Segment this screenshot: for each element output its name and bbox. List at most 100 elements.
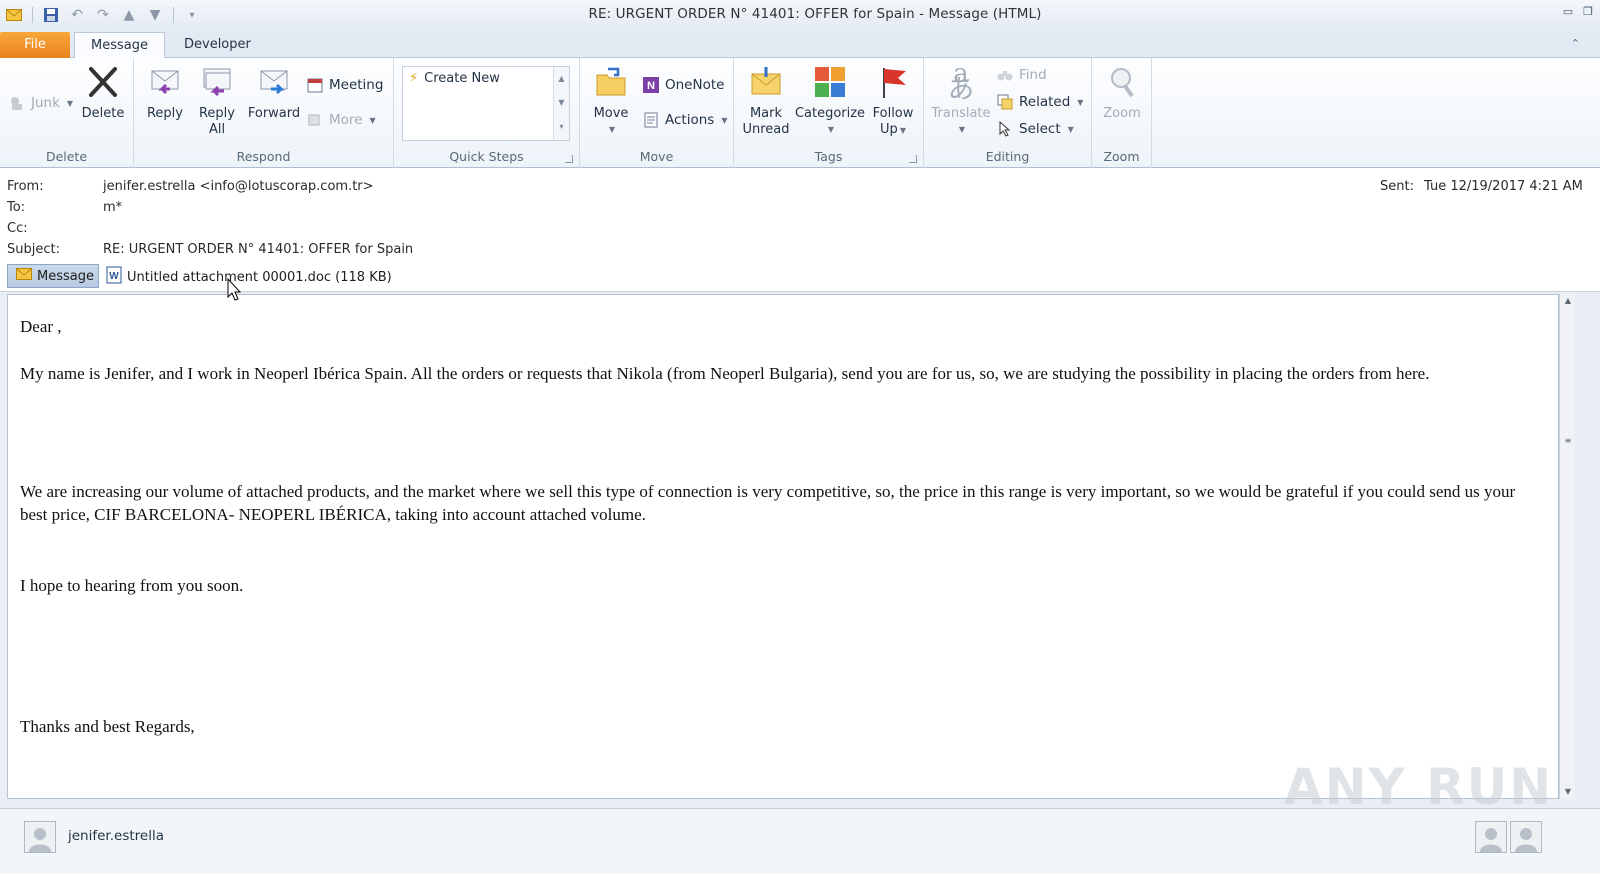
message-attachment-tab[interactable]: Message [7,264,99,288]
junk-button[interactable]: Junk ▼ [8,94,73,112]
sent-value: Tue 12/19/2017 4:21 AM [1424,179,1583,194]
group-label-tags: Tags [814,149,843,164]
reply-all-button[interactable]: Reply All [194,64,240,138]
group-label-move: Move [639,149,674,164]
ribbon-tabs: File Message Developer ⌃ [0,30,1600,58]
calendar-icon [306,76,324,94]
sent-label: Sent: [1380,179,1414,194]
message-attachment-label: Message [37,268,94,284]
quick-steps-scrollbar[interactable]: ▲ ▼ ▾ [553,67,569,140]
follow-up-dropdown-icon: ▼ [899,126,906,135]
group-editing: aあ Translate ▼ Find Related ▼ Select ▼ Edi… [924,58,1092,168]
onenote-button[interactable]: N OneNote [642,76,724,94]
categorize-button[interactable]: Categorize ▼ [794,64,866,138]
group-label-zoom: Zoom [1103,149,1140,164]
move-button[interactable]: Move ▼ [588,64,634,138]
message-header: From: jenifer.estrella <info@lotuscorap.… [0,168,1600,268]
body-greeting: Dear , [20,317,62,336]
expand-gallery-icon[interactable]: ▾ [554,115,569,139]
attachment-file[interactable]: W Untitled attachment 00001.doc (118 KB) [106,266,392,288]
quick-steps-launcher-icon[interactable] [565,155,573,163]
quick-step-create-new[interactable]: ⚡ Create New [409,71,500,86]
tab-developer[interactable]: Developer [168,32,267,58]
forward-button[interactable]: Forward [246,64,302,122]
scroll-up-icon[interactable]: ▲ [1560,294,1576,308]
group-label-delete: Delete [45,149,88,164]
subject-value: RE: URGENT ORDER N° 41401: OFFER for Spa… [103,242,414,257]
more-respond-button[interactable]: More ▼ [306,111,376,129]
translate-label: Translate [931,106,991,121]
binoculars-icon [996,66,1014,84]
more-dropdown-icon: ▼ [369,115,376,125]
tab-file[interactable]: File [0,32,70,58]
body-paragraph-1: My name is Jenifer, and I work in Neoper… [20,364,1430,383]
select-label: Select [1019,121,1061,137]
message-body[interactable]: Dear , My name is Jenifer, and I work in… [7,294,1559,799]
mark-unread-label-1: Mark [749,106,783,121]
to-value[interactable]: m* [103,200,122,215]
find-button[interactable]: Find [996,66,1047,84]
minimize-icon[interactable]: ▭ [1560,4,1576,18]
group-zoom: Zoom Zoom [1092,58,1152,168]
more-icon [306,111,324,129]
reply-all-label-2: All [208,122,226,137]
zoom-button[interactable]: Zoom [1098,64,1146,122]
ribbon: Junk ▼ Delete Delete Reply Reply All For… [0,58,1600,168]
meeting-button[interactable]: Meeting [306,76,383,94]
body-closing: Thanks and best Regards, [20,717,195,736]
body-scrollbar[interactable]: ▲ ≡ ▼ [1559,294,1575,799]
group-label-editing: Editing [985,149,1030,164]
from-label: From: [7,179,44,194]
related-button[interactable]: Related ▼ [996,93,1083,111]
scroll-up-icon[interactable]: ▲ [554,67,569,91]
body-paragraph-3: I hope to hearing from you soon. [20,576,244,595]
lightning-icon: ⚡ [409,71,419,86]
scroll-down-icon[interactable]: ▼ [1560,785,1576,799]
subject-label: Subject: [7,242,60,257]
collapse-ribbon-icon[interactable]: ⌃ [1571,37,1580,50]
translate-button[interactable]: aあ Translate ▼ [930,61,992,138]
avatar[interactable] [1475,821,1507,853]
move-folder-icon [593,64,629,100]
svg-text:N: N [647,80,655,92]
meeting-label: Meeting [329,77,384,93]
scroll-down-icon[interactable]: ▼ [554,91,569,115]
mark-unread-label-2: Unread [742,122,790,137]
delete-button[interactable]: Delete [80,64,126,122]
related-label: Related [1019,94,1071,110]
reply-label: Reply [146,106,183,121]
move-label: Move [593,106,629,121]
from-value[interactable]: jenifer.estrella <info@lotuscorap.com.tr… [103,179,374,194]
related-dropdown-icon: ▼ [1077,97,1084,107]
onenote-icon: N [642,76,660,94]
group-label-respond: Respond [236,149,291,164]
svg-text:W: W [109,271,119,282]
mark-unread-button[interactable]: Mark Unread [740,64,792,138]
reply-all-icon [199,64,235,100]
people-pane-name[interactable]: jenifer.estrella [68,828,164,844]
mouse-cursor-icon [227,278,241,301]
reply-button[interactable]: Reply [142,64,188,122]
title-bar: ↶ ↷ ▲ ▼ ▾ RE: URGENT ORDER N° 41401: OFF… [0,0,1600,30]
magnifier-icon [1104,64,1140,100]
actions-button[interactable]: Actions ▼ [642,111,727,129]
translate-dropdown-icon: ▼ [958,125,966,134]
scrollbar-grip-icon[interactable]: ≡ [1560,434,1576,448]
follow-up-label-1: Follow [872,106,914,121]
avatar[interactable] [1510,821,1542,853]
tags-launcher-icon[interactable] [909,155,917,163]
follow-up-label-2: Up ▼ [868,122,918,139]
forward-icon [256,64,292,100]
group-label-quick-steps: Quick Steps [449,149,524,164]
select-dropdown-icon: ▼ [1067,124,1074,134]
group-quick-steps: ⚡ Create New ▲ ▼ ▾ Quick Steps [394,58,580,168]
avatar[interactable] [24,821,56,853]
related-icon [996,93,1014,111]
select-button[interactable]: Select ▼ [996,120,1074,138]
mark-unread-icon [748,64,784,100]
categorize-label: Categorize [794,106,866,121]
tab-message[interactable]: Message [74,32,165,58]
restore-icon[interactable]: ❐ [1580,4,1596,18]
sent-row: Sent: Tue 12/19/2017 4:21 AM [1380,179,1583,194]
follow-up-button[interactable]: Follow Up ▼ [868,64,918,139]
